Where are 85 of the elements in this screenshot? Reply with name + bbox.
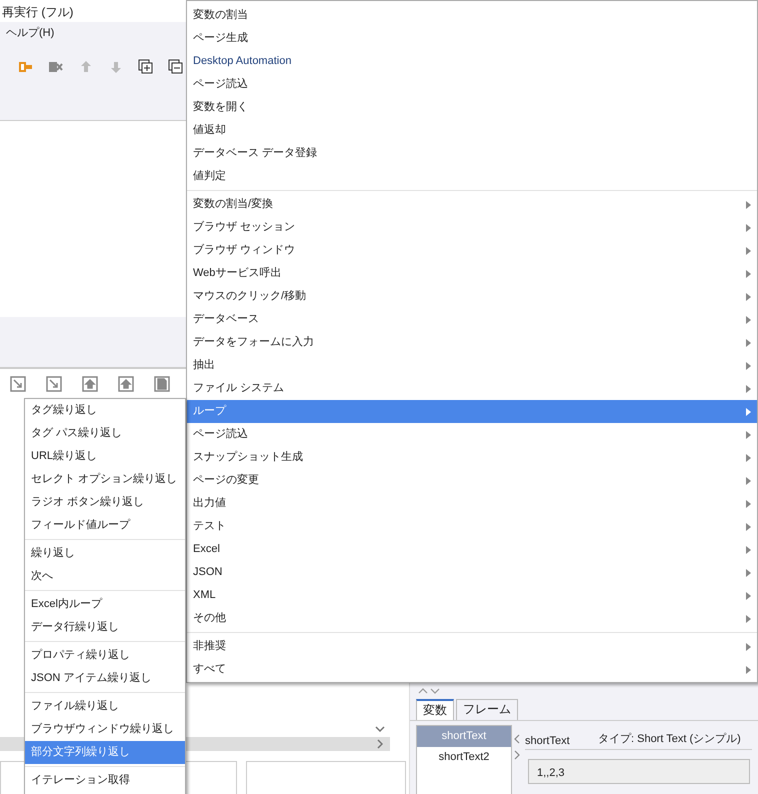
document-icon[interactable]: [154, 376, 170, 392]
menu-item[interactable]: 値返却: [187, 119, 757, 142]
move-top-icon[interactable]: [118, 376, 134, 392]
menu-item[interactable]: ファイル繰り返し: [25, 695, 185, 718]
menu-item[interactable]: Desktop Automation: [187, 50, 757, 73]
menu-item[interactable]: Excel内ループ: [25, 593, 185, 616]
menu-item[interactable]: 変数の割当/変換: [187, 193, 757, 216]
menu-item[interactable]: JSON アイテム繰り返し: [25, 667, 185, 690]
menu-item[interactable]: タグ繰り返し: [25, 399, 185, 422]
menu-item[interactable]: 出力値: [187, 492, 757, 515]
submenu-arrow-icon: [746, 454, 751, 462]
menu-item[interactable]: データをフォームに入力: [187, 331, 757, 354]
submenu-arrow-icon: [746, 546, 751, 554]
menu-item[interactable]: ブラウザ ウィンドウ: [187, 239, 757, 262]
submenu-arrow-icon: [746, 270, 751, 278]
menu-item[interactable]: 次へ: [25, 565, 185, 588]
menu-item[interactable]: テスト: [187, 515, 757, 538]
submenu-arrow-icon: [746, 666, 751, 674]
variable-item[interactable]: shortText2: [417, 746, 511, 767]
submenu-arrow-icon: [746, 614, 751, 622]
menu-item[interactable]: スナップショット生成: [187, 446, 757, 469]
menu-item[interactable]: ページ読込: [187, 423, 757, 446]
menu-item[interactable]: Webサービス呼出: [187, 262, 757, 285]
menu-item[interactable]: 繰り返し: [25, 542, 185, 565]
window-title: 再実行 (フル): [2, 5, 74, 19]
submenu-arrow-icon: [746, 568, 751, 576]
menu-item[interactable]: ヘルプ(H): [6, 27, 54, 39]
menu-item[interactable]: データベース: [187, 308, 757, 331]
menu-item[interactable]: タグ パス繰り返し: [25, 422, 185, 445]
menu-item[interactable]: ブラウザウィンドウ繰り返し: [25, 718, 185, 741]
menu-item[interactable]: Excel: [187, 538, 757, 561]
submenu-arrow-icon: [746, 384, 751, 392]
menu-item[interactable]: その他: [187, 607, 757, 630]
menu-item[interactable]: ページの変更: [187, 469, 757, 492]
menu-item[interactable]: イテレーション取得: [25, 769, 185, 792]
variable-type: タイプ: Short Text (シンプル): [598, 732, 741, 747]
menu-item[interactable]: 抽出: [187, 354, 757, 377]
menu-item[interactable]: すべて: [187, 658, 757, 681]
menu-item[interactable]: データベース データ登録: [187, 142, 757, 165]
menu-item[interactable]: URL繰り返し: [25, 445, 185, 468]
submenu-arrow-icon: [746, 362, 751, 370]
submenu-arrow-icon: [746, 246, 751, 254]
move-up-icon[interactable]: [82, 376, 98, 392]
collapse-icon[interactable]: [168, 58, 184, 74]
submenu-arrow-icon: [746, 592, 751, 600]
submenu-arrow-icon: [746, 522, 751, 530]
value-field[interactable]: 1,,2,3: [528, 759, 750, 784]
menu-item[interactable]: ページ読込: [187, 73, 757, 96]
submenu-arrow-icon: [746, 476, 751, 484]
chevron-right-icon[interactable]: [377, 739, 383, 749]
menu-item[interactable]: プロパティ繰り返し: [25, 644, 185, 667]
menu-item[interactable]: ループ: [187, 400, 757, 423]
menu-item[interactable]: 変数の割当: [187, 4, 757, 27]
submenu-arrow-icon: [746, 408, 751, 416]
menu-item[interactable]: ブラウザ セッション: [187, 216, 757, 239]
menu-item[interactable]: ファイル システム: [187, 377, 757, 400]
chevron-down-icon[interactable]: [375, 726, 385, 732]
submenu-arrow-icon: [746, 316, 751, 324]
menu-item[interactable]: 非推奨: [187, 635, 757, 658]
menu-item[interactable]: 値判定: [187, 165, 757, 188]
menu-item[interactable]: 部分文字列繰り返し: [25, 741, 185, 764]
expand-icon[interactable]: [138, 58, 154, 74]
menu-item[interactable]: データ行繰り返し: [25, 616, 185, 639]
submenu-arrow-icon: [746, 430, 751, 438]
tab[interactable]: 変数: [416, 699, 454, 720]
menu-item[interactable]: ページ生成: [187, 27, 757, 50]
menu-item[interactable]: フィールド値ループ: [25, 514, 185, 537]
menu-item[interactable]: JSON: [187, 561, 757, 584]
submenu-arrow-icon: [746, 338, 751, 346]
menu-item[interactable]: 変数を開く: [187, 96, 757, 119]
submenu-arrow-icon: [746, 642, 751, 650]
submenu-arrow-icon: [746, 292, 751, 300]
collapse-toggle-icon[interactable]: [418, 688, 440, 694]
submenu-arrow-icon: [746, 224, 751, 232]
submenu-arrow-icon: [746, 500, 751, 508]
menu-item[interactable]: マウスのクリック/移動: [187, 285, 757, 308]
tab[interactable]: フレーム: [456, 699, 518, 720]
chevron-right-icon[interactable]: [514, 750, 520, 760]
variable-name: shortText: [525, 734, 570, 749]
menu-item[interactable]: ラジオ ボタン繰り返し: [25, 491, 185, 514]
submenu-arrow-icon: [746, 200, 751, 208]
move-down-icon[interactable]: [10, 376, 26, 392]
menu-item[interactable]: XML: [187, 584, 757, 607]
chevron-left-icon[interactable]: [514, 734, 520, 744]
menu-item[interactable]: セレクト オプション繰り返し: [25, 468, 185, 491]
